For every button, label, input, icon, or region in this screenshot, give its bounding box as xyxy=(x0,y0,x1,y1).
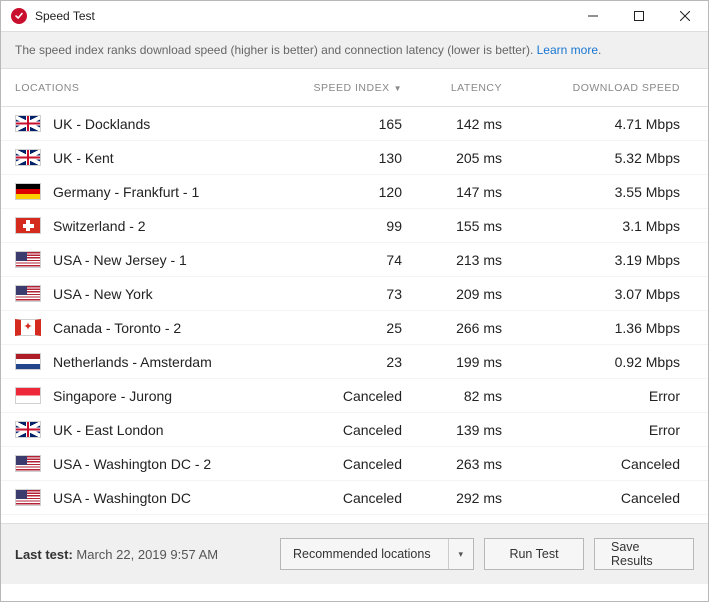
locations-dropdown[interactable]: Recommended locations ▾ xyxy=(280,538,474,570)
latency-value: 142 ms xyxy=(416,107,516,141)
column-header-latency[interactable]: LATENCY xyxy=(416,69,516,107)
location-name: UK - East London xyxy=(53,422,164,438)
speed-index-value: 165 xyxy=(296,107,416,141)
flag-icon xyxy=(15,353,41,370)
download-speed-value: 5.32 Mbps xyxy=(516,141,708,175)
speed-index-value: 120 xyxy=(296,175,416,209)
table-row[interactable]: UK - East London Canceled139 msError xyxy=(1,413,708,447)
location-name: Singapore - Jurong xyxy=(53,388,172,404)
speed-index-value: Canceled xyxy=(296,379,416,413)
location-name: USA - Washington DC - 2 xyxy=(53,456,211,472)
results-table-scroll[interactable]: LOCATIONS SPEED INDEX LATENCY DOWNLOAD S… xyxy=(1,69,708,523)
location-name: Netherlands - Amsterdam xyxy=(53,354,212,370)
download-speed-value: 3.19 Mbps xyxy=(516,243,708,277)
download-speed-value: 1.36 Mbps xyxy=(516,311,708,345)
chevron-down-icon: ▾ xyxy=(448,539,463,569)
dropdown-selected-label: Recommended locations xyxy=(293,547,431,561)
save-results-button[interactable]: Save Results xyxy=(594,538,694,570)
table-row[interactable]: Singapore - Jurong Canceled82 msError xyxy=(1,379,708,413)
column-header-download-speed[interactable]: DOWNLOAD SPEED xyxy=(516,69,708,107)
location-name: UK - Kent xyxy=(53,150,114,166)
last-test-value: March 22, 2019 9:57 AM xyxy=(76,547,218,562)
window-minimize-button[interactable] xyxy=(570,1,616,31)
flag-icon xyxy=(15,149,41,166)
table-row[interactable]: Netherlands - Amsterdam 23199 ms0.92 Mbps xyxy=(1,345,708,379)
flag-icon xyxy=(15,183,41,200)
download-speed-value: 3.07 Mbps xyxy=(516,277,708,311)
table-row[interactable]: Germany - Frankfurt - 1 120147 ms3.55 Mbp… xyxy=(1,175,708,209)
speed-index-value: 25 xyxy=(296,311,416,345)
latency-value: 213 ms xyxy=(416,243,516,277)
download-speed-value: 3.1 Mbps xyxy=(516,209,708,243)
speed-index-value: 73 xyxy=(296,277,416,311)
latency-value: 155 ms xyxy=(416,209,516,243)
flag-icon xyxy=(15,115,41,132)
speed-index-value: Canceled xyxy=(296,447,416,481)
location-name: USA - New Jersey - 1 xyxy=(53,252,187,268)
column-header-locations[interactable]: LOCATIONS xyxy=(1,69,296,107)
table-row[interactable]: USA - Washington DC Canceled292 msCancele… xyxy=(1,481,708,515)
latency-value: 209 ms xyxy=(416,277,516,311)
flag-icon xyxy=(15,285,41,302)
speed-index-value: Canceled xyxy=(296,413,416,447)
location-name: UK - Docklands xyxy=(53,116,150,132)
flag-icon xyxy=(15,387,41,404)
flag-icon xyxy=(15,319,41,336)
location-name: USA - New York xyxy=(53,286,153,302)
table-row[interactable]: Canada - Toronto - 2 25266 ms1.36 Mbps xyxy=(1,311,708,345)
latency-value: 292 ms xyxy=(416,481,516,515)
location-name: USA - Washington DC xyxy=(53,490,191,506)
download-speed-value: Canceled xyxy=(516,481,708,515)
latency-value: 82 ms xyxy=(416,379,516,413)
download-speed-value: Error xyxy=(516,379,708,413)
latency-value: 266 ms xyxy=(416,311,516,345)
run-test-button[interactable]: Run Test xyxy=(484,538,584,570)
flag-icon xyxy=(15,251,41,268)
location-name: Canada - Toronto - 2 xyxy=(53,320,181,336)
latency-value: 263 ms xyxy=(416,447,516,481)
column-header-speed-index[interactable]: SPEED INDEX xyxy=(296,69,416,107)
last-test-label-group: Last test: March 22, 2019 9:57 AM xyxy=(15,547,270,562)
flag-icon xyxy=(15,455,41,472)
info-banner: The speed index ranks download speed (hi… xyxy=(1,32,708,69)
speed-index-value: 130 xyxy=(296,141,416,175)
latency-value: 139 ms xyxy=(416,413,516,447)
speed-index-value: 74 xyxy=(296,243,416,277)
download-speed-value: Canceled xyxy=(516,447,708,481)
learn-more-link[interactable]: Learn more xyxy=(537,43,598,57)
download-speed-value: Error xyxy=(516,413,708,447)
speed-index-value: 23 xyxy=(296,345,416,379)
table-row[interactable]: USA - New York 73209 ms3.07 Mbps xyxy=(1,277,708,311)
table-row[interactable]: UK - Kent 130205 ms5.32 Mbps xyxy=(1,141,708,175)
latency-value: 205 ms xyxy=(416,141,516,175)
table-row[interactable]: Switzerland - 2 99155 ms3.1 Mbps xyxy=(1,209,708,243)
table-row[interactable]: USA - New Jersey - 1 74213 ms3.19 Mbps xyxy=(1,243,708,277)
last-test-label: Last test: xyxy=(15,547,73,562)
download-speed-value: 3.55 Mbps xyxy=(516,175,708,209)
flag-icon xyxy=(15,217,41,234)
latency-value: 199 ms xyxy=(416,345,516,379)
app-icon xyxy=(11,8,27,24)
location-name: Switzerland - 2 xyxy=(53,218,146,234)
flag-icon xyxy=(15,489,41,506)
flag-icon xyxy=(15,421,41,438)
download-speed-value: 0.92 Mbps xyxy=(516,345,708,379)
results-table: LOCATIONS SPEED INDEX LATENCY DOWNLOAD S… xyxy=(1,69,708,515)
download-speed-value: 4.71 Mbps xyxy=(516,107,708,141)
latency-value: 147 ms xyxy=(416,175,516,209)
table-row[interactable]: USA - Washington DC - 2 Canceled263 msCan… xyxy=(1,447,708,481)
window-title: Speed Test xyxy=(35,9,570,23)
info-text: The speed index ranks download speed (hi… xyxy=(15,43,537,57)
speed-index-value: Canceled xyxy=(296,481,416,515)
table-row[interactable]: UK - Docklands 165142 ms4.71 Mbps xyxy=(1,107,708,141)
window-maximize-button[interactable] xyxy=(616,1,662,31)
window-titlebar: Speed Test xyxy=(1,1,708,32)
window-close-button[interactable] xyxy=(662,1,708,31)
footer-bar: Last test: March 22, 2019 9:57 AM Recomm… xyxy=(1,523,708,584)
location-name: Germany - Frankfurt - 1 xyxy=(53,184,199,200)
speed-index-value: 99 xyxy=(296,209,416,243)
